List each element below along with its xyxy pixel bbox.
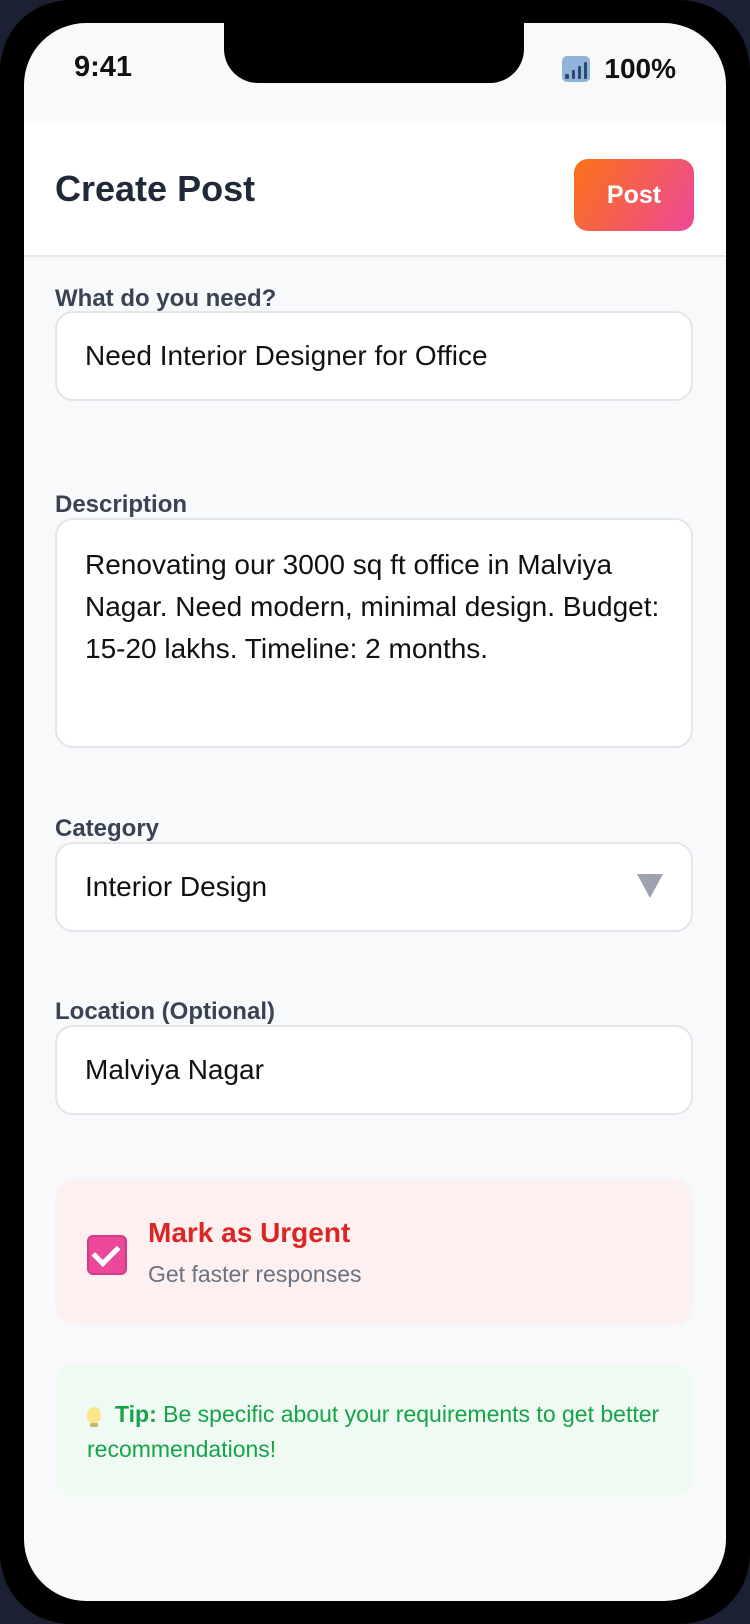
- need-value: Need Interior Designer for Office: [85, 340, 488, 371]
- tip-label: Tip:: [115, 1401, 157, 1427]
- post-button[interactable]: Post: [574, 159, 694, 231]
- phone-frame: 9:41 100% Create Post Post What do you n…: [0, 0, 750, 1624]
- tip-box: Tip: Be specific about your requirements…: [55, 1363, 693, 1497]
- category-label: Category: [55, 815, 160, 842]
- notch: [224, 23, 524, 83]
- battery-level: 100%: [604, 53, 676, 84]
- category-select[interactable]: Interior Design: [55, 842, 693, 932]
- status-time: 9:41: [74, 51, 133, 83]
- lightbulb-icon: [87, 1407, 101, 1427]
- urgent-option[interactable]: Mark as Urgent Get faster responses: [55, 1179, 693, 1325]
- description-label: Description: [55, 491, 188, 518]
- need-label: What do you need?: [55, 285, 277, 312]
- urgent-title: Mark as Urgent: [148, 1217, 351, 1248]
- description-textarea[interactable]: Renovating our 3000 sq ft office in Malv…: [55, 518, 693, 748]
- location-label: Location (Optional): [55, 998, 275, 1025]
- signal-icon: [562, 56, 591, 82]
- category-value: Interior Design: [85, 871, 268, 902]
- tip-text: Be specific about your requirements to g…: [87, 1401, 660, 1462]
- page-title: Create Post: [55, 168, 256, 209]
- header: Create Post Post: [24, 123, 726, 257]
- description-value: Renovating our 3000 sq ft office in Malv…: [85, 549, 660, 664]
- need-input[interactable]: Need Interior Designer for Office: [55, 311, 693, 401]
- urgent-checkbox[interactable]: [87, 1235, 127, 1275]
- location-input[interactable]: Malviya Nagar: [55, 1025, 693, 1115]
- chevron-down-icon: [637, 874, 663, 898]
- status-right: 100%: [562, 53, 676, 85]
- urgent-subtitle: Get faster responses: [148, 1261, 362, 1287]
- location-value: Malviya Nagar: [85, 1054, 264, 1085]
- screen: 9:41 100% Create Post Post What do you n…: [24, 23, 726, 1601]
